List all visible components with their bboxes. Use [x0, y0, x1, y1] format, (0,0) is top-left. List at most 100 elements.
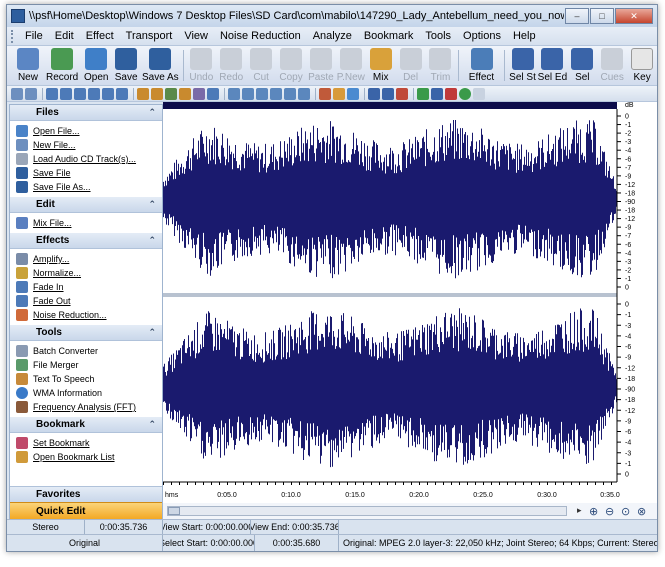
zoom-in-horizontal-icon[interactable]: ⊕ [589, 505, 598, 518]
copy-button[interactable]: Copy [276, 46, 306, 85]
save-file-item[interactable]: Save File [16, 166, 162, 180]
collapse-icon[interactable]: ⌃ [148, 419, 156, 430]
section-effects-header[interactable]: Effects ⌃ [10, 233, 162, 249]
section-files-header[interactable]: Files ⌃ [10, 105, 162, 121]
open-bookmark-list-item[interactable]: Open Bookmark List [16, 450, 162, 464]
set-bookmark-item[interactable]: Set Bookmark [16, 436, 162, 450]
section-tools-header[interactable]: Tools ⌃ [10, 325, 162, 341]
waveform-canvas[interactable]: 0-1-2-3-4-6-7-9-12-18-90-18-12-9-7-6-4-3… [163, 102, 657, 506]
undo-button[interactable]: Undo [186, 46, 216, 85]
loop-icon[interactable] [473, 87, 485, 100]
redo-button[interactable]: Redo [216, 46, 246, 85]
record-button[interactable]: Record [43, 46, 81, 85]
quick-edit-tab[interactable]: Quick Edit [10, 502, 162, 519]
view-icon[interactable] [46, 87, 58, 100]
delete-button[interactable]: Del [396, 46, 426, 85]
menu-help[interactable]: Help [507, 30, 542, 42]
horizontal-scrollbar[interactable] [167, 506, 567, 516]
effect-icon[interactable] [151, 87, 163, 100]
tools-icon[interactable] [319, 87, 331, 100]
view-icon[interactable] [116, 87, 128, 100]
close-button[interactable]: ✕ [615, 8, 653, 24]
zoom-out-icon[interactable] [25, 87, 37, 100]
load-cd-item[interactable]: Load Audio CD Track(s)... [16, 152, 162, 166]
play-icon[interactable] [417, 87, 429, 100]
select-end-button[interactable]: Sel Ed [537, 46, 567, 85]
record-icon[interactable] [459, 87, 471, 100]
scroll-thumb[interactable] [168, 507, 180, 515]
file-merger-item[interactable]: File Merger [16, 358, 162, 372]
normalize-item[interactable]: Normalize... [16, 266, 162, 280]
effect-icon[interactable] [179, 87, 191, 100]
view-icon[interactable] [88, 87, 100, 100]
pause-icon[interactable] [431, 87, 443, 100]
analyze-icon[interactable] [382, 87, 394, 100]
effect-icon[interactable] [193, 87, 205, 100]
collapse-icon[interactable]: ⌃ [148, 235, 156, 246]
key-button[interactable]: Key [627, 46, 657, 85]
menu-effect[interactable]: Effect [80, 30, 120, 42]
menu-analyze[interactable]: Analyze [307, 30, 358, 42]
menu-view[interactable]: View [178, 30, 214, 42]
menu-options[interactable]: Options [457, 30, 507, 42]
collapse-icon[interactable]: ⌃ [148, 199, 156, 210]
analyze-icon[interactable] [396, 87, 408, 100]
view-icon[interactable] [60, 87, 72, 100]
save-as-button[interactable]: Save As [141, 46, 179, 85]
effect-icon[interactable] [228, 87, 240, 100]
batch-converter-item[interactable]: Batch Converter [16, 344, 162, 358]
minimize-button[interactable]: – [565, 8, 589, 24]
collapse-icon[interactable]: ⌃ [148, 327, 156, 338]
effect-icon[interactable] [284, 87, 296, 100]
fade-out-item[interactable]: Fade Out [16, 294, 162, 308]
favorites-tab[interactable]: Favorites [10, 486, 162, 502]
effect-icon[interactable] [270, 87, 282, 100]
text-to-speech-item[interactable]: Text To Speech [16, 372, 162, 386]
wma-information-item[interactable]: WMA Information [16, 386, 162, 400]
fft-item[interactable]: Frequency Analysis (FFT) [16, 400, 162, 414]
view-icon[interactable] [102, 87, 114, 100]
effect-icon[interactable] [165, 87, 177, 100]
analyze-icon[interactable] [368, 87, 380, 100]
open-button[interactable]: Open [81, 46, 111, 85]
menu-noise-reduction[interactable]: Noise Reduction [214, 30, 307, 42]
zoom-selection-icon[interactable]: ⊗ [637, 505, 646, 518]
menu-tools[interactable]: Tools [419, 30, 457, 42]
maximize-button[interactable]: □ [590, 8, 614, 24]
open-file-item[interactable]: Open File... [16, 124, 162, 138]
menu-transport[interactable]: Transport [120, 30, 179, 42]
menu-edit[interactable]: Edit [49, 30, 80, 42]
zoom-full-icon[interactable]: ⊙ [621, 505, 630, 518]
trim-button[interactable]: Trim [426, 46, 456, 85]
noise-reduction-item[interactable]: Noise Reduction... [16, 308, 162, 322]
effect-icon[interactable] [242, 87, 254, 100]
menu-bookmark[interactable]: Bookmark [358, 30, 420, 42]
stop-icon[interactable] [445, 87, 457, 100]
select-button[interactable]: Sel [567, 46, 597, 85]
view-icon[interactable] [74, 87, 86, 100]
overview-bar[interactable] [163, 102, 617, 109]
amplify-item[interactable]: Amplify... [16, 252, 162, 266]
cues-button[interactable]: Cues [597, 46, 627, 85]
effect-icon[interactable] [298, 87, 310, 100]
zoom-out-horizontal-icon[interactable]: ⊖ [605, 505, 614, 518]
mix-file-item[interactable]: Mix File... [16, 216, 162, 230]
title-bar[interactable]: \\psf\Home\Desktop\Windows 7 Desktop Fil… [7, 5, 657, 27]
tools-icon[interactable] [347, 87, 359, 100]
paste-new-button[interactable]: P.New [336, 46, 366, 85]
effect-button[interactable]: Effect [462, 46, 500, 85]
tools-icon[interactable] [333, 87, 345, 100]
fade-in-item[interactable]: Fade In [16, 280, 162, 294]
paste-button[interactable]: Paste [306, 46, 336, 85]
collapse-icon[interactable]: ⌃ [148, 107, 156, 118]
effect-icon[interactable] [207, 87, 219, 100]
new-file-item[interactable]: New File... [16, 138, 162, 152]
section-bookmark-header[interactable]: Bookmark ⌃ [10, 417, 162, 433]
effect-icon[interactable] [256, 87, 268, 100]
new-button[interactable]: New [13, 46, 43, 85]
select-start-button[interactable]: Sel St [508, 46, 538, 85]
mix-button[interactable]: Mix [366, 46, 396, 85]
cut-button[interactable]: Cut [246, 46, 276, 85]
effect-icon[interactable] [137, 87, 149, 100]
waveform-view[interactable]: 0 -1 -2 -3 -4 -6 -7 -9 -12 -18 -90 -18 -12 -9 -7 -6 -4 -3… [163, 102, 657, 506]
